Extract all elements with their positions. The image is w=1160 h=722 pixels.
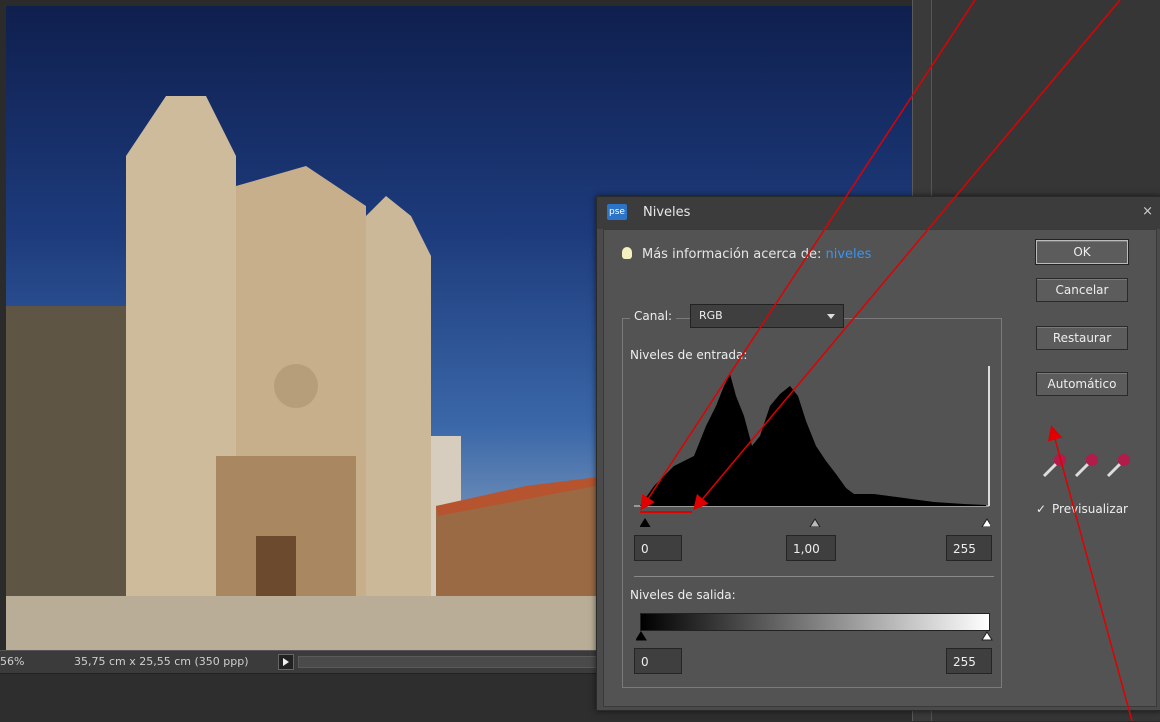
right-tower (366, 196, 431, 596)
status-menu-button[interactable] (278, 654, 294, 670)
preview-label: Previsualizar (1052, 502, 1128, 516)
output-white-handle (981, 631, 993, 641)
dialog-titlebar[interactable]: pse Niveles × (597, 197, 1160, 229)
histogram (634, 366, 994, 511)
output-black-field[interactable]: 0 (634, 648, 682, 674)
input-levels-label: Niveles de entrada: (630, 348, 748, 362)
help-link[interactable]: niveles (826, 247, 872, 262)
check-icon: ✓ (1036, 502, 1047, 516)
ok-button[interactable]: OK (1035, 239, 1129, 265)
help-prefix: Más información acerca de: (642, 247, 822, 262)
divider (634, 576, 994, 577)
preview-checkbox[interactable]: ✓ Previsualizar (1036, 502, 1128, 516)
close-icon[interactable]: × (1142, 204, 1153, 219)
input-black-field[interactable]: 0 (634, 535, 682, 561)
door (256, 536, 296, 596)
input-black-handle (640, 518, 651, 527)
output-gradient (640, 613, 990, 631)
white-eyedropper-icon[interactable] (1104, 452, 1132, 480)
document-size: 35,75 cm x 25,55 cm (350 ppp) (74, 655, 249, 668)
reset-button[interactable]: Restaurar (1036, 326, 1128, 350)
auto-button[interactable]: Automático (1036, 372, 1128, 396)
zoom-level: 56% (0, 655, 25, 668)
output-white-field[interactable]: 255 (946, 648, 992, 674)
gray-eyedropper-icon[interactable] (1072, 452, 1100, 480)
input-gamma-field[interactable]: 1,00 (786, 535, 836, 561)
levels-dialog: pse Niveles × Más información acerca de:… (596, 196, 1160, 711)
output-black-handle (636, 631, 647, 641)
horizontal-scrollbar[interactable] (298, 656, 600, 668)
output-levels-label: Niveles de salida: (630, 588, 736, 602)
left-building (6, 306, 126, 596)
dialog-title: Niveles (643, 205, 691, 220)
channel-label: Canal: (630, 309, 677, 323)
chevron-down-icon (827, 314, 835, 319)
black-eyedropper-icon[interactable] (1040, 452, 1068, 480)
app-logo-icon: pse (607, 204, 627, 220)
dialog-body: Más información acerca de: niveles Canal… (603, 229, 1157, 707)
input-white-handle (981, 518, 990, 527)
input-white-field[interactable]: 255 (946, 535, 992, 561)
rose-window (274, 364, 318, 408)
input-gamma-handle (809, 518, 821, 527)
help-row: Más información acerca de: niveles (622, 247, 871, 262)
cancel-button[interactable]: Cancelar (1036, 278, 1128, 302)
lightbulb-icon (622, 247, 632, 259)
channel-select[interactable]: RGB (690, 304, 844, 328)
output-slider[interactable] (636, 630, 994, 642)
channel-value: RGB (699, 309, 723, 322)
input-slider[interactable] (640, 517, 990, 527)
